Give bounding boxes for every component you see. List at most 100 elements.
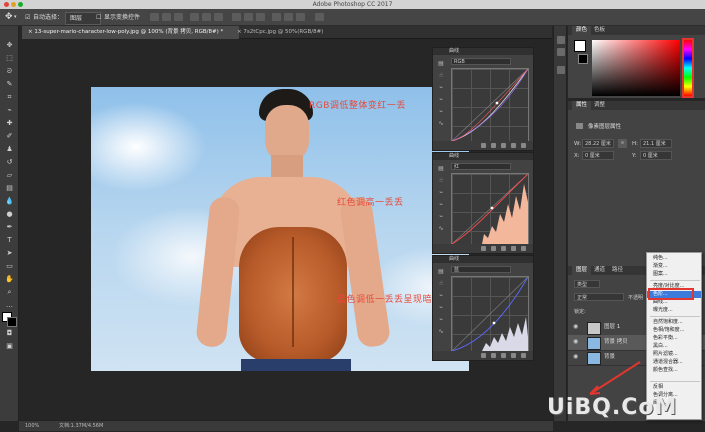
- zoom-level[interactable]: 100%: [25, 421, 39, 432]
- move-tool-icon[interactable]: ✥: [5, 12, 13, 23]
- curves-channel-dropdown[interactable]: RGB: [451, 58, 511, 65]
- y-field[interactable]: 0 厘米: [640, 151, 672, 160]
- screen-mode-icon[interactable]: ▣: [4, 341, 15, 351]
- background-color-swatch[interactable]: [7, 317, 17, 327]
- link-dimensions-icon[interactable]: ∞: [618, 139, 627, 148]
- white-point-eyedropper-icon[interactable]: ⌁: [437, 316, 445, 323]
- menu-item[interactable]: 自然饱和度...: [647, 319, 701, 326]
- target-adjust-icon[interactable]: ☝: [437, 177, 445, 184]
- minimize-window-button[interactable]: [11, 2, 16, 7]
- curve-edit-icon[interactable]: ∿: [437, 328, 445, 335]
- view-previous-icon[interactable]: [491, 246, 496, 251]
- delete-icon[interactable]: [521, 143, 526, 148]
- align-hcenter-icon[interactable]: [202, 13, 211, 21]
- menu-item[interactable]: 图案...: [647, 271, 701, 278]
- clip-layer-icon[interactable]: [481, 353, 486, 358]
- layer-filter-dropdown[interactable]: 类型: [574, 280, 600, 288]
- healing-brush-tool-icon[interactable]: ✚: [4, 118, 15, 128]
- menu-item[interactable]: 渐变...: [647, 263, 701, 270]
- delete-icon[interactable]: [521, 246, 526, 251]
- pen-tool-icon[interactable]: ✒: [4, 222, 15, 232]
- tab-properties[interactable]: 属性: [572, 101, 592, 110]
- reset-icon[interactable]: [501, 246, 506, 251]
- align-right-icon[interactable]: [214, 13, 223, 21]
- distribute-right-icon[interactable]: [296, 13, 305, 21]
- preset-icon[interactable]: ▤: [437, 60, 445, 67]
- black-point-eyedropper-icon[interactable]: ⌁: [437, 84, 445, 91]
- curves-graph[interactable]: [451, 68, 529, 142]
- align-top-icon[interactable]: [150, 13, 159, 21]
- curve-edit-icon[interactable]: ∿: [437, 120, 445, 127]
- brush-tool-icon[interactable]: ✐: [4, 131, 15, 141]
- show-transform-checkbox[interactable]: ☐: [96, 12, 101, 23]
- lasso-tool-icon[interactable]: ᘐ: [4, 66, 15, 76]
- history-panel-icon[interactable]: [557, 36, 565, 44]
- align-left-icon[interactable]: [190, 13, 199, 21]
- actions-panel-icon[interactable]: [557, 48, 565, 56]
- black-point-eyedropper-icon[interactable]: ⌁: [437, 189, 445, 196]
- tab-adjustments[interactable]: 调整: [590, 101, 609, 110]
- curves-channel-dropdown[interactable]: 红: [451, 163, 511, 170]
- menu-item[interactable]: 照片滤镜...: [647, 351, 701, 358]
- distribute-top-icon[interactable]: [232, 13, 241, 21]
- white-point-eyedropper-icon[interactable]: ⌁: [437, 213, 445, 220]
- curves-graph[interactable]: [451, 173, 529, 245]
- rectangle-tool-icon[interactable]: ▭: [4, 261, 15, 271]
- blur-tool-icon[interactable]: 💧: [4, 196, 15, 206]
- black-point-eyedropper-icon[interactable]: ⌁: [437, 292, 445, 299]
- menu-item[interactable]: 曲线...: [647, 299, 701, 306]
- menu-item[interactable]: 颜色查找...: [647, 367, 701, 374]
- color-field[interactable]: [592, 40, 680, 96]
- menu-item[interactable]: 黑白...: [647, 343, 701, 350]
- blend-mode-dropdown[interactable]: 正常: [574, 293, 624, 301]
- background-swatch[interactable]: [578, 54, 588, 64]
- tab-document-1[interactable]: × 13-super-mario-character-low-poly.jpg …: [22, 26, 239, 39]
- tab-swatches[interactable]: 色板: [590, 26, 609, 35]
- canvas-image[interactable]: RGB调低整体变红一丢 红色调高一丢丢 蓝色调低一丢丢呈现暗黄小麦色: [91, 87, 469, 371]
- menu-item[interactable]: 色彩平衡...: [647, 335, 701, 342]
- white-point-eyedropper-icon[interactable]: ⌁: [437, 108, 445, 115]
- tool-preset-dropdown[interactable]: ▾: [14, 12, 17, 23]
- target-adjust-icon[interactable]: ☝: [437, 280, 445, 287]
- marquee-tool-icon[interactable]: ⬚: [4, 53, 15, 63]
- visibility-eye-icon[interactable]: ◉: [573, 324, 579, 330]
- zoom-window-button[interactable]: [18, 2, 23, 7]
- hand-tool-icon[interactable]: ✋: [4, 274, 15, 284]
- clone-stamp-tool-icon[interactable]: ♟: [4, 144, 15, 154]
- x-field[interactable]: 0 厘米: [582, 151, 614, 160]
- close-window-button[interactable]: [4, 2, 9, 7]
- target-adjust-icon[interactable]: ☝: [437, 72, 445, 79]
- distribute-hcenter-icon[interactable]: [284, 13, 293, 21]
- gradient-tool-icon[interactable]: ▤: [4, 183, 15, 193]
- dodge-tool-icon[interactable]: ●: [4, 209, 15, 219]
- gray-point-eyedropper-icon[interactable]: ⌁: [437, 304, 445, 311]
- auto-select-checkbox[interactable]: ☑: [25, 12, 30, 23]
- tab-paths[interactable]: 路径: [608, 266, 627, 275]
- type-tool-icon[interactable]: T: [4, 235, 15, 245]
- menu-item[interactable]: 曝光度...: [647, 307, 701, 314]
- quick-select-tool-icon[interactable]: ✎: [4, 79, 15, 89]
- visibility-icon[interactable]: [511, 246, 516, 251]
- menu-item[interactable]: 色相/饱和度...: [647, 327, 701, 334]
- curves-graph[interactable]: [451, 276, 529, 352]
- move-tool-icon[interactable]: ✥: [4, 40, 15, 50]
- visibility-icon[interactable]: [511, 143, 516, 148]
- gray-point-eyedropper-icon[interactable]: ⌁: [437, 201, 445, 208]
- zoom-tool-icon[interactable]: ⌕: [4, 287, 15, 297]
- menu-item[interactable]: 纯色...: [647, 255, 701, 262]
- distribute-bottom-icon[interactable]: [256, 13, 265, 21]
- visibility-eye-icon[interactable]: ◉: [573, 339, 579, 345]
- history-brush-tool-icon[interactable]: ↺: [4, 157, 15, 167]
- delete-icon[interactable]: [521, 353, 526, 358]
- clip-layer-icon[interactable]: [481, 143, 486, 148]
- reset-icon[interactable]: [501, 353, 506, 358]
- align-vcenter-icon[interactable]: [162, 13, 171, 21]
- view-previous-icon[interactable]: [491, 143, 496, 148]
- eyedropper-tool-icon[interactable]: ⌁: [4, 105, 15, 115]
- tab-color[interactable]: 颜色: [572, 26, 592, 35]
- path-select-tool-icon[interactable]: ➤: [4, 248, 15, 258]
- w-field[interactable]: 28.22 厘米: [582, 139, 614, 148]
- preset-icon[interactable]: ▤: [437, 268, 445, 275]
- curve-edit-icon[interactable]: ∿: [437, 225, 445, 232]
- tab-document-2[interactable]: × 7s2tCpc.jpg @ 50%(RGB/8#): [231, 26, 353, 39]
